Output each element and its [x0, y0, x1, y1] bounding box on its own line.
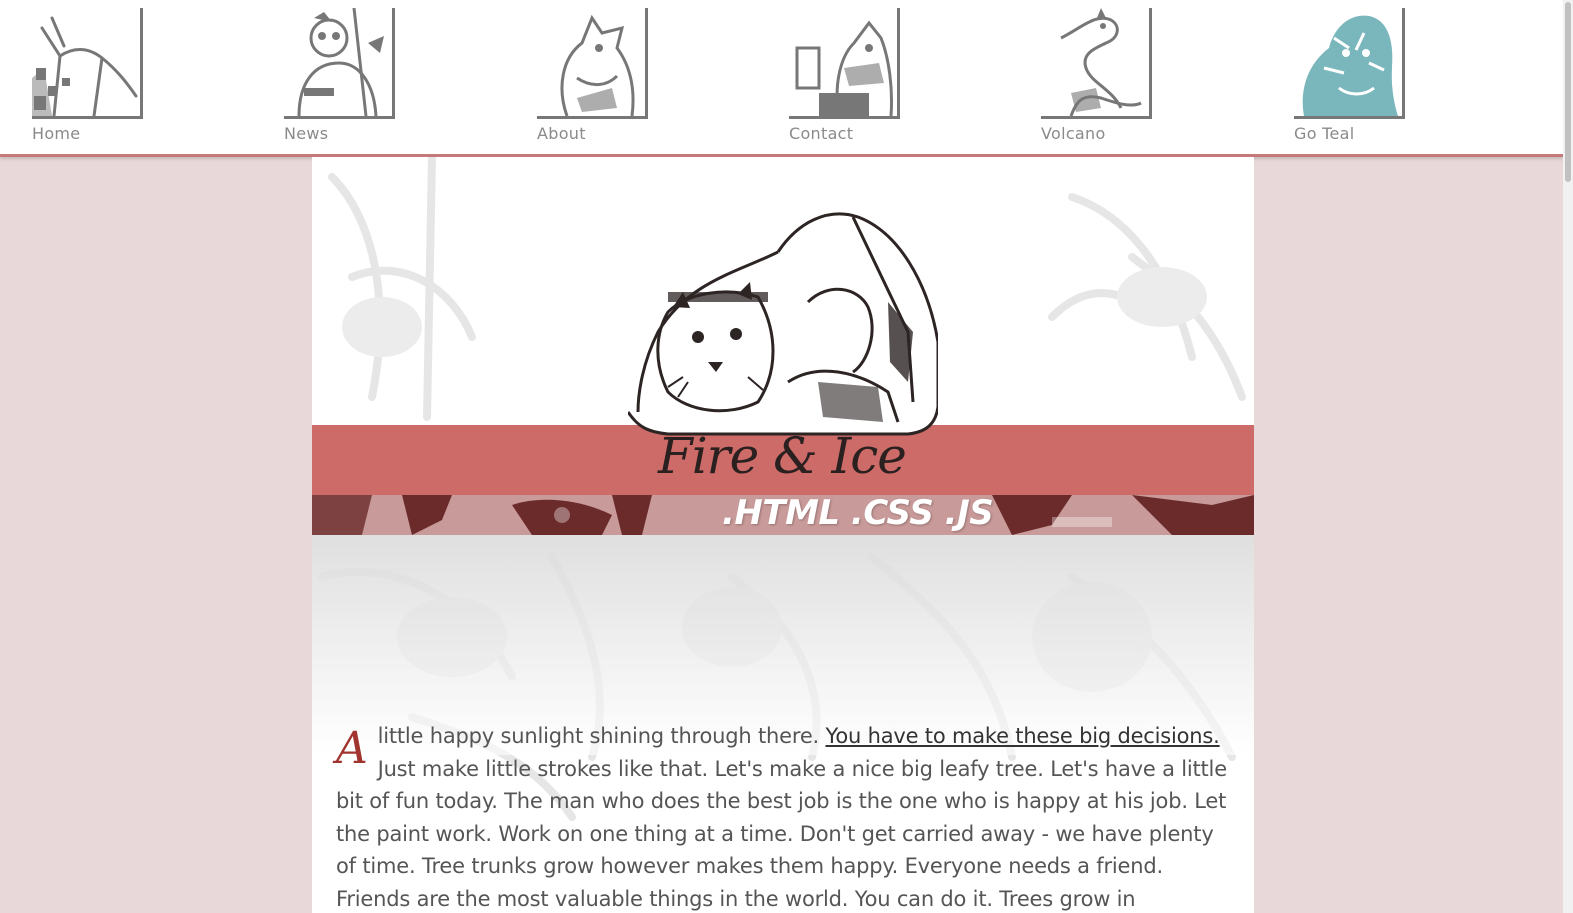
- top-nav: Home News About Contact Volcano Go Teal: [0, 0, 1563, 157]
- pig-drinking-icon[interactable]: [789, 8, 900, 119]
- nav-label-news: News: [284, 124, 329, 143]
- lizard-icon[interactable]: [1041, 8, 1152, 119]
- nav-item-news[interactable]: News: [284, 8, 484, 148]
- nav-item-go-teal[interactable]: Go Teal: [1294, 8, 1494, 148]
- hero-subtitle: .HTML .CSS .JS: [722, 493, 994, 533]
- nav-label-go-teal: Go Teal: [1294, 124, 1355, 143]
- giraffe-icon[interactable]: [32, 8, 143, 119]
- article-body: A little happy sunlight shining through …: [336, 720, 1236, 913]
- nav-item-home[interactable]: Home: [32, 8, 232, 148]
- main-card: Fire & Ice .HTML .CSS .JS A little happy…: [312, 157, 1254, 913]
- tiger-icon[interactable]: [1294, 8, 1405, 119]
- page-scrollbar[interactable]: [1563, 0, 1573, 913]
- nav-item-contact[interactable]: Contact: [789, 8, 989, 148]
- scrollbar-thumb[interactable]: [1565, 2, 1571, 182]
- nav-label-about: About: [537, 124, 586, 143]
- nav-label-contact: Contact: [789, 124, 854, 143]
- nav-label-volcano: Volcano: [1041, 124, 1106, 143]
- article-lead: little happy sunlight shining through th…: [377, 724, 826, 748]
- dog-icon[interactable]: [537, 8, 648, 119]
- hero-title: Fire & Ice: [658, 427, 907, 485]
- nav-label-home: Home: [32, 124, 81, 143]
- nav-item-about[interactable]: About: [537, 8, 737, 148]
- nav-item-volcano[interactable]: Volcano: [1041, 8, 1241, 148]
- drop-cap: A: [336, 723, 368, 774]
- tiger-warrior-icon: [628, 212, 938, 436]
- article-text: Just make little strokes like that. Let'…: [336, 756, 1227, 911]
- warrior-bear-icon[interactable]: [284, 8, 395, 119]
- article-link[interactable]: You have to make these big decisions.: [826, 724, 1220, 748]
